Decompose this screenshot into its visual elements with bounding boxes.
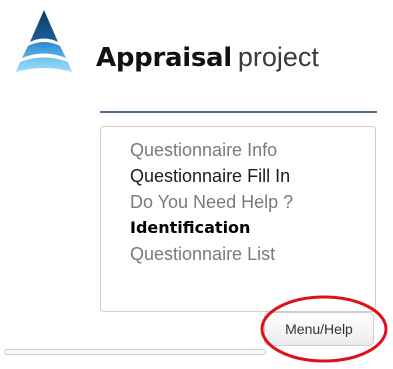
menu-list: Questionnaire Info Questionnaire Fill In… [130, 137, 293, 267]
menu-item-questionnaire-fill-in[interactable]: Questionnaire Fill In [130, 163, 293, 189]
menu-item-questionnaire-info[interactable]: Questionnaire Info [130, 137, 293, 163]
app-logo-icon [16, 10, 72, 72]
header-divider [100, 111, 377, 113]
menu-item-do-you-need-help[interactable]: Do You Need Help ? [130, 189, 293, 215]
brand-title: Appraisal project [96, 42, 319, 73]
progress-bar [4, 349, 266, 355]
brand-name-bold: Appraisal [96, 43, 232, 73]
menu-item-questionnaire-list[interactable]: Questionnaire List [130, 241, 293, 267]
menu-item-identification[interactable]: Identification [130, 215, 293, 241]
menu-panel: Questionnaire Info Questionnaire Fill In… [100, 126, 376, 312]
menu-help-button[interactable]: Menu/Help [264, 312, 374, 346]
brand-name-light: project [237, 42, 319, 72]
